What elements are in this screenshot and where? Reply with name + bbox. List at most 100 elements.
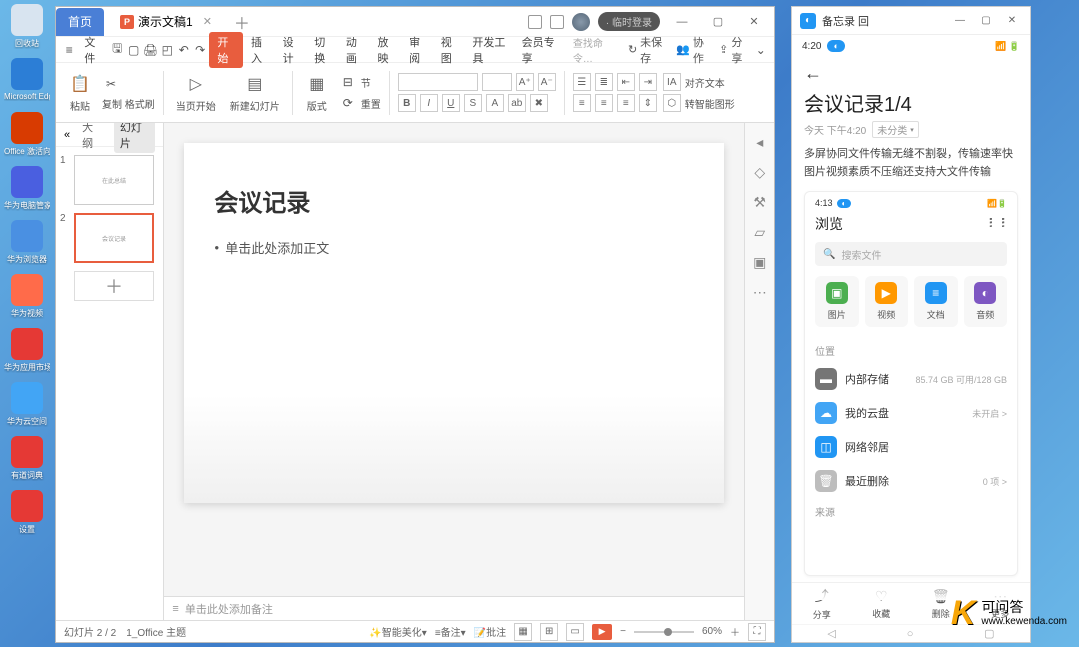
tab-home[interactable]: 首页 xyxy=(56,8,104,36)
zoom-slider[interactable] xyxy=(634,631,694,633)
desktop-icon-6[interactable]: 华为应用市场 xyxy=(4,328,50,376)
comments-toggle[interactable]: 📝批注 xyxy=(474,624,506,639)
toolbar-删除[interactable]: 🗑删除 xyxy=(932,588,950,620)
back-button[interactable]: ← xyxy=(804,63,1018,84)
font-size[interactable] xyxy=(482,73,512,91)
rail-shape-icon[interactable]: ▱ xyxy=(751,223,769,241)
phone-close[interactable]: ✕ xyxy=(1002,13,1022,29)
reset-icon[interactable]: ⟳ xyxy=(339,94,357,112)
menu-play[interactable]: 放映 xyxy=(372,34,402,66)
play-from-button[interactable]: ▷ 当页开始 xyxy=(172,72,220,113)
outdent-icon[interactable]: ⇥ xyxy=(639,73,657,91)
search-input[interactable]: 🔍 搜索文件 xyxy=(815,242,1007,266)
desktop-icon-1[interactable]: Microsoft Edge xyxy=(4,58,50,106)
share-action[interactable]: ⇪ 分享 xyxy=(714,34,751,66)
preview-icon[interactable]: ◰ xyxy=(160,41,174,59)
align-text-group[interactable]: IA对齐文本 ⬡转智能图形 xyxy=(663,73,735,112)
slide-thumb-1[interactable]: 在此总结 xyxy=(74,155,154,205)
command-search[interactable]: 查找命令… xyxy=(565,33,621,67)
note-tag[interactable]: 未分类▾ xyxy=(872,121,919,138)
desktop-icon-5[interactable]: 华为视频 xyxy=(4,274,50,322)
section-icon[interactable]: ⊟ xyxy=(339,73,357,91)
tab-document[interactable]: P 演示文稿1 ✕ xyxy=(108,8,224,36)
menu-insert[interactable]: 插入 xyxy=(245,34,275,66)
italic-icon[interactable]: I xyxy=(420,94,438,112)
strike-icon[interactable]: S xyxy=(464,94,482,112)
login-status[interactable]: · 临时登录 xyxy=(598,12,660,31)
print-icon[interactable]: 🖨 xyxy=(143,41,158,59)
minimize-button[interactable]: — xyxy=(668,12,696,32)
phone-maximize[interactable]: ▢ xyxy=(976,13,996,29)
align-right-icon[interactable]: ≡ xyxy=(617,94,635,112)
close-button[interactable]: ✕ xyxy=(740,12,768,32)
inc-font-icon[interactable]: A⁺ xyxy=(516,73,534,91)
slide-bullet[interactable]: 单击此处添加正文 xyxy=(214,238,694,257)
menu-icon[interactable]: ≡ xyxy=(62,41,76,59)
rail-more-icon[interactable]: ⋯ xyxy=(751,283,769,301)
dec-font-icon[interactable]: A⁻ xyxy=(538,73,556,91)
beautify-button[interactable]: ✨智能美化▾ xyxy=(369,624,426,639)
layout-button[interactable]: ▦ 版式 xyxy=(301,72,333,113)
view-sorter-icon[interactable]: ⊞ xyxy=(540,623,558,641)
fit-icon[interactable]: ⛶ xyxy=(748,623,766,641)
category-图片[interactable]: ▣图片 xyxy=(815,276,859,327)
bold-icon[interactable]: B xyxy=(398,94,416,112)
font-select[interactable] xyxy=(398,73,478,91)
indent-icon[interactable]: ⇤ xyxy=(617,73,635,91)
view-reading-icon[interactable]: ▭ xyxy=(566,623,584,641)
view-normal-icon[interactable]: ▦ xyxy=(514,623,532,641)
desktop-icon-4[interactable]: 华为浏览器 xyxy=(4,220,50,268)
category-视频[interactable]: ▶视频 xyxy=(865,276,909,327)
rail-collapse-icon[interactable]: ◂ xyxy=(751,133,769,151)
rail-tools-icon[interactable]: ⚒ xyxy=(751,193,769,211)
menu-view[interactable]: 视图 xyxy=(435,34,465,66)
desktop-icon-0[interactable]: 回收站 xyxy=(4,4,50,52)
slide[interactable]: 会议记录 单击此处添加正文 xyxy=(184,143,724,503)
paste-button[interactable]: 📋 粘贴 xyxy=(64,72,96,113)
numbers-icon[interactable]: ≣ xyxy=(595,73,613,91)
slide-thumb-2[interactable]: 会议记录 xyxy=(74,213,154,263)
cut-icon[interactable]: ✂ xyxy=(102,75,120,93)
rail-style-icon[interactable]: ◇ xyxy=(751,163,769,181)
new-icon[interactable]: ▢ xyxy=(126,41,140,59)
notes-bar[interactable]: ≡ 单击此处添加备注 xyxy=(164,596,744,620)
notes-toggle[interactable]: ≡备注▾ xyxy=(435,624,466,639)
more-menu-icon[interactable]: ፧ ፧ xyxy=(989,215,1007,233)
font-color-icon[interactable]: A xyxy=(486,94,504,112)
menu-design[interactable]: 设计 xyxy=(277,34,307,66)
category-文档[interactable]: ≡文档 xyxy=(914,276,958,327)
grid-icon[interactable] xyxy=(528,15,542,29)
sidebar-collapse[interactable]: « xyxy=(64,129,70,141)
file-menu[interactable]: 文件 xyxy=(78,34,108,66)
storage-row-2[interactable]: ◫网络邻居 xyxy=(815,430,1007,464)
collab-action[interactable]: 👥 协作 xyxy=(671,34,712,66)
align-center-icon[interactable]: ≡ xyxy=(595,94,613,112)
menu-review[interactable]: 审阅 xyxy=(403,34,433,66)
desktop-icon-7[interactable]: 华为云空间 xyxy=(4,382,50,430)
toolbar-收藏[interactable]: ♡收藏 xyxy=(872,588,890,620)
zoom-out[interactable]: − xyxy=(620,626,626,637)
storage-row-0[interactable]: ▬内部存储85.74 GB 可用/128 GB xyxy=(815,362,1007,396)
grid2-icon[interactable] xyxy=(550,15,564,29)
close-icon[interactable]: ✕ xyxy=(203,15,212,28)
save-icon[interactable]: 🖫 xyxy=(110,41,124,59)
tab-add[interactable]: ＋ xyxy=(228,10,256,34)
desktop-icon-3[interactable]: 华为电脑管家 xyxy=(4,166,50,214)
menu-dev[interactable]: 开发工具 xyxy=(466,34,513,66)
align-left-icon[interactable]: ≡ xyxy=(573,94,591,112)
avatar[interactable] xyxy=(572,13,590,31)
desktop-icon-8[interactable]: 有道词典 xyxy=(4,436,50,484)
new-slide-button[interactable]: ▤ 新建幻灯片 xyxy=(226,72,284,113)
add-slide-button[interactable]: ＋ xyxy=(74,271,154,301)
fold-icon[interactable]: ⌄ xyxy=(754,41,768,59)
play-button[interactable]: ▶ xyxy=(592,624,612,640)
rail-object-icon[interactable]: ▣ xyxy=(751,253,769,271)
menu-vip[interactable]: 会员专享 xyxy=(516,34,563,66)
undo-icon[interactable]: ↶ xyxy=(177,41,191,59)
highlight-icon[interactable]: ab xyxy=(508,94,526,112)
desktop-icon-9[interactable]: 设置 xyxy=(4,490,50,538)
phone-minimize[interactable]: — xyxy=(950,13,970,29)
storage-row-3[interactable]: 🗑最近删除0 项 > xyxy=(815,464,1007,498)
clear-icon[interactable]: ✖ xyxy=(530,94,548,112)
redo-icon[interactable]: ↷ xyxy=(193,41,207,59)
